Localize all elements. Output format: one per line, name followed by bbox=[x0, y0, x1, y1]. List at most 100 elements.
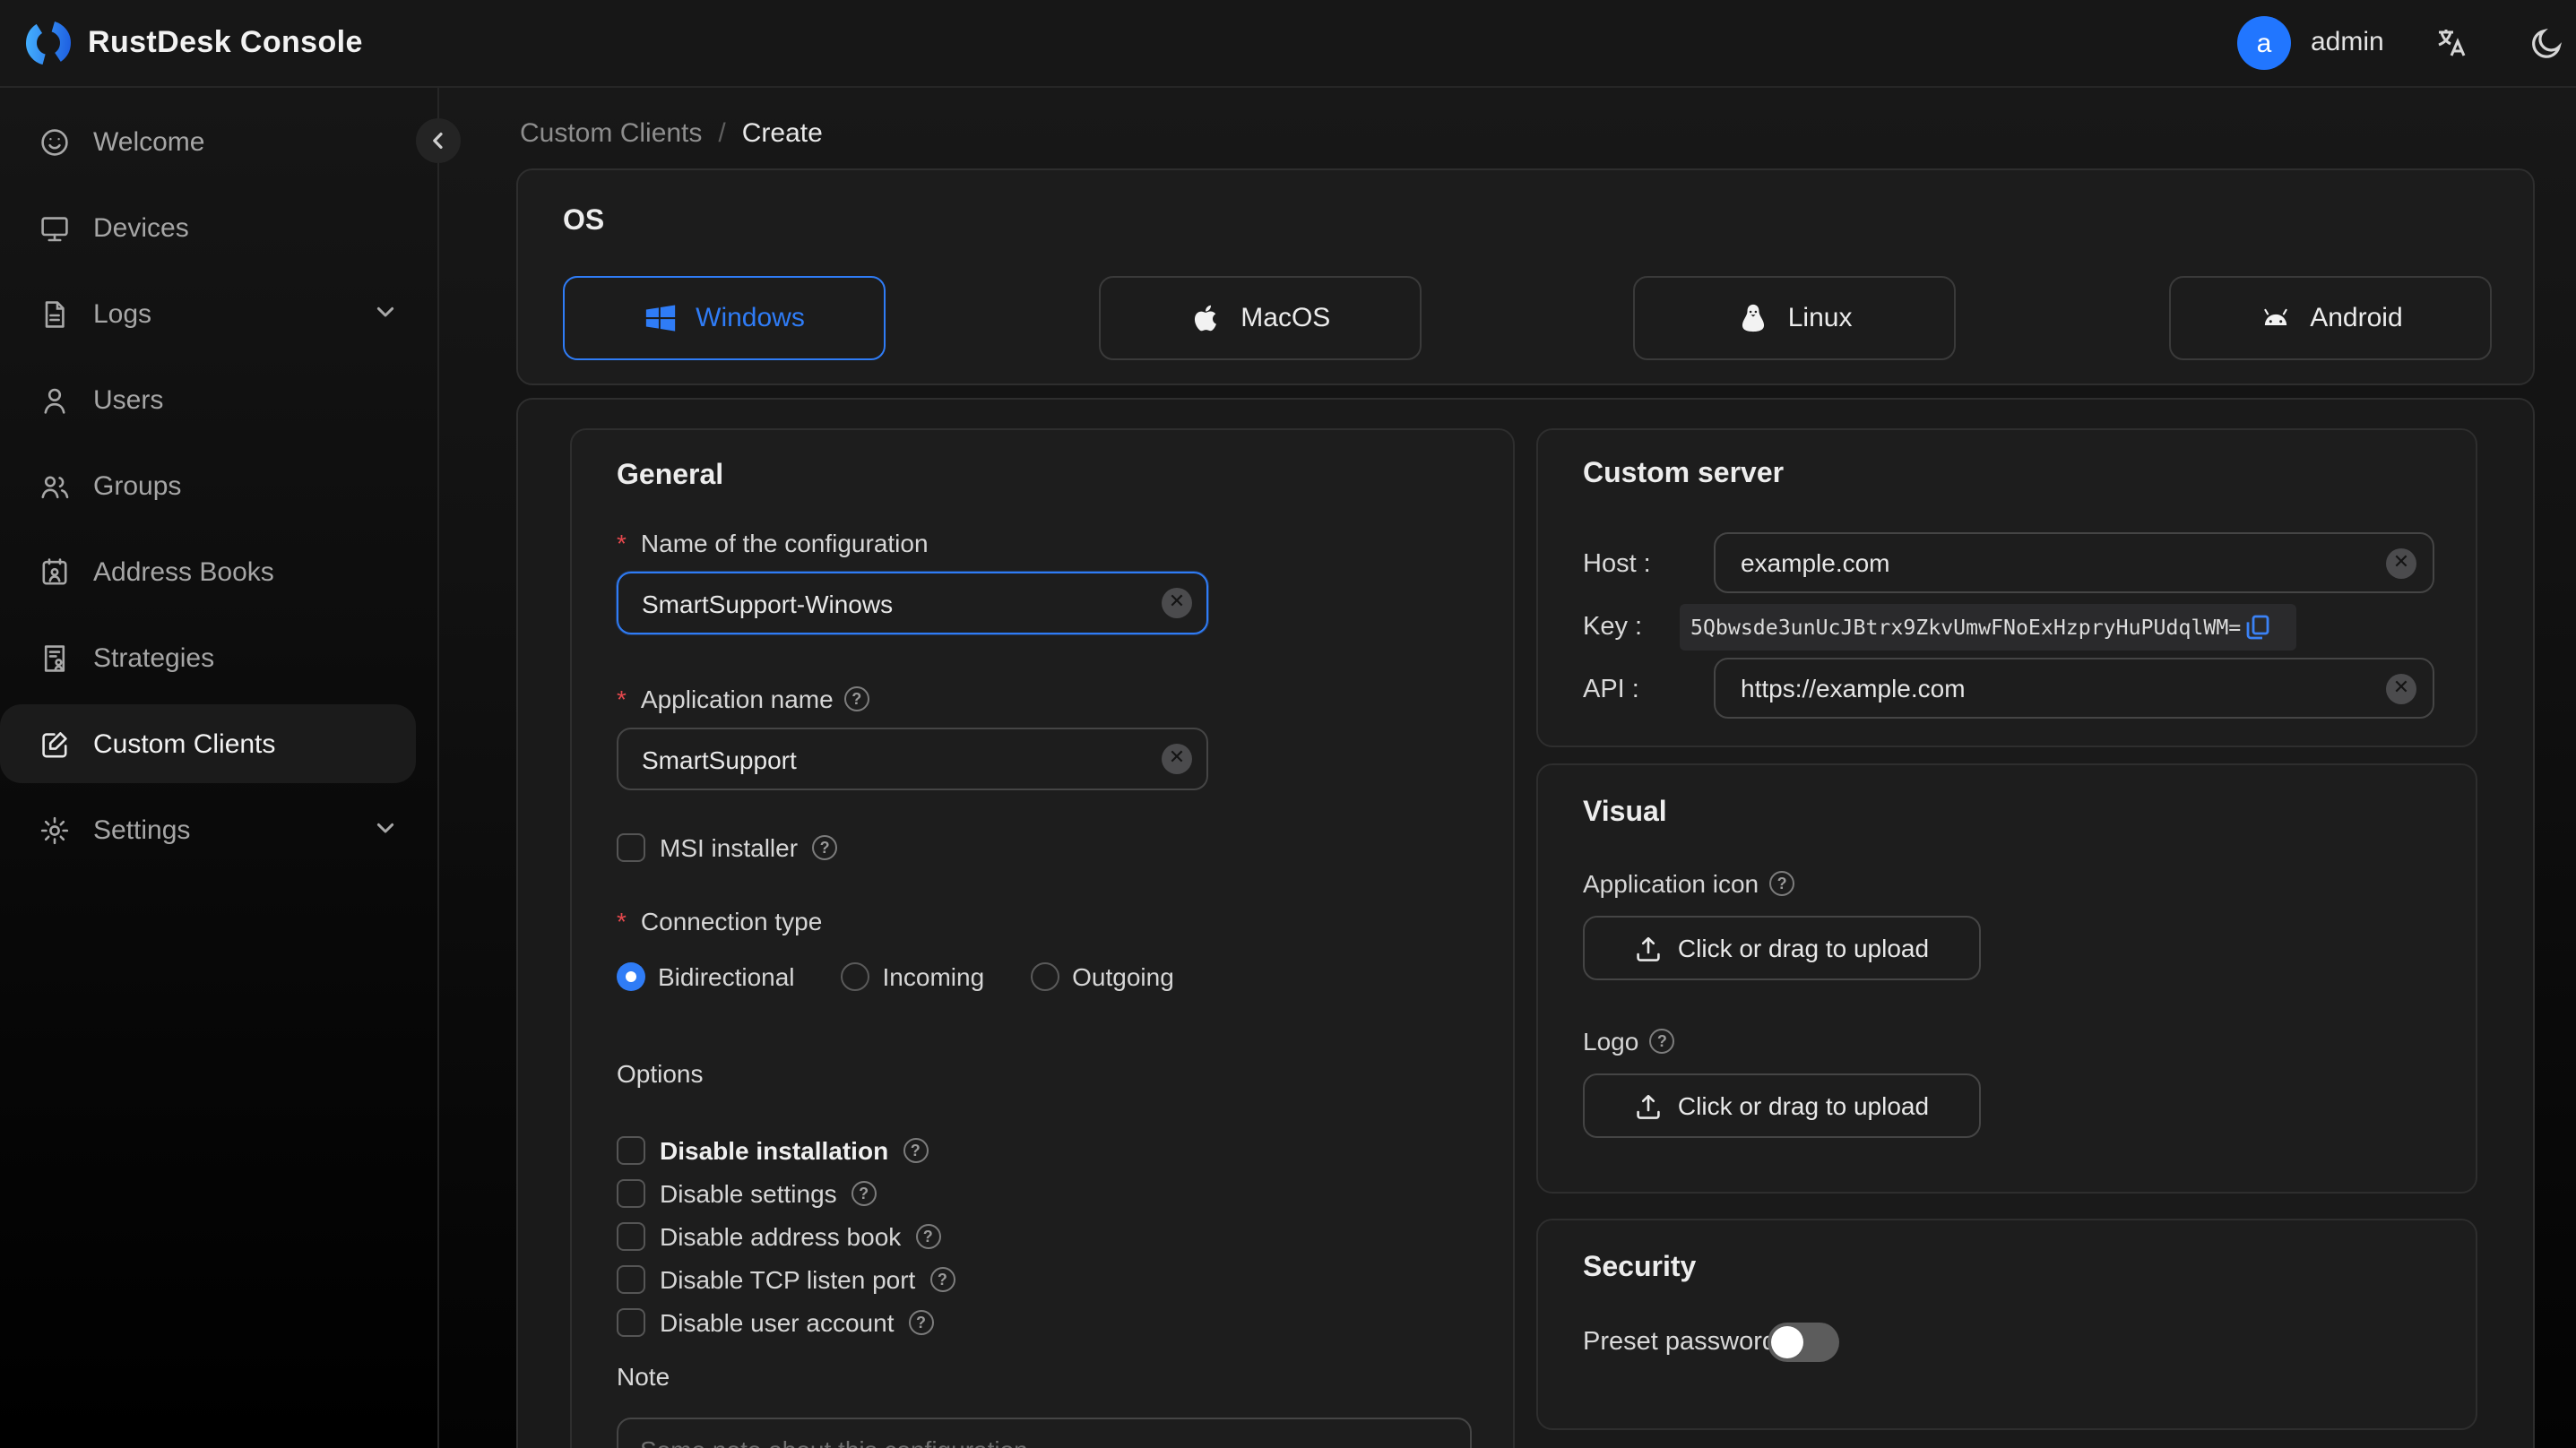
required-asterisk: * bbox=[617, 685, 627, 713]
security-heading: Security bbox=[1583, 1253, 1697, 1283]
os-button-android[interactable]: Android bbox=[2168, 276, 2492, 360]
visual-heading: Visual bbox=[1583, 797, 1667, 828]
upload-button-label: Click or drag to upload bbox=[1677, 934, 1930, 962]
help-icon[interactable]: ? bbox=[843, 686, 869, 711]
msi-installer-row: MSI installer ? bbox=[617, 833, 838, 862]
application-icon-upload-button[interactable]: Click or drag to upload bbox=[1583, 916, 1981, 980]
gear-icon bbox=[40, 815, 69, 844]
help-icon[interactable]: ? bbox=[929, 1267, 955, 1292]
android-icon bbox=[2263, 308, 2286, 325]
general-card: General * Name of the configuration ✕ * … bbox=[570, 428, 1515, 1448]
disable-tcp-listen-port-checkbox[interactable] bbox=[617, 1265, 645, 1294]
upload-icon bbox=[1637, 1093, 1660, 1118]
disable-installation-checkbox[interactable] bbox=[617, 1136, 645, 1165]
option-row-disable-user-account: Disable user account ? bbox=[617, 1308, 934, 1337]
sidebar-item-label: Welcome bbox=[93, 126, 205, 157]
sidebar-item-devices[interactable]: Devices bbox=[0, 188, 416, 267]
help-icon[interactable]: ? bbox=[915, 1224, 941, 1249]
breadcrumb-parent[interactable]: Custom Clients bbox=[520, 118, 702, 149]
breadcrumb: Custom Clients / Create bbox=[520, 118, 823, 149]
sidebar-item-strategies[interactable]: Strategies bbox=[0, 618, 416, 697]
preset-password-label: Preset password : bbox=[1583, 1328, 1792, 1357]
sidebar-item-users[interactable]: Users bbox=[0, 360, 416, 439]
language-icon[interactable] bbox=[2434, 25, 2470, 61]
option-row-disable-address-book: Disable address book ? bbox=[617, 1222, 941, 1251]
strategy-document-icon bbox=[44, 644, 65, 671]
apple-icon bbox=[1195, 305, 1217, 332]
sidebar-item-settings[interactable]: Settings bbox=[0, 790, 416, 869]
file-text-icon bbox=[45, 300, 65, 327]
note-label: Note bbox=[617, 1362, 670, 1391]
radio-label: Incoming bbox=[882, 962, 985, 991]
breadcrumb-separator: / bbox=[718, 118, 726, 149]
connection-type-radios: Bidirectional Incoming Outgoing bbox=[617, 962, 1174, 991]
sidebar-item-label: Settings bbox=[93, 814, 191, 845]
connection-type-label: * Connection type bbox=[617, 907, 823, 935]
option-label: Disable installation bbox=[660, 1136, 889, 1165]
options-heading: Options bbox=[617, 1059, 704, 1088]
avatar[interactable]: a bbox=[2237, 16, 2291, 70]
security-card: Security Preset password : bbox=[1536, 1219, 2477, 1430]
sidebar-item-custom-clients[interactable]: Custom Clients bbox=[0, 704, 416, 783]
clear-host-icon[interactable]: ✕ bbox=[2386, 548, 2416, 579]
user-icon bbox=[44, 387, 65, 413]
logo-label: Logo ? bbox=[1583, 1027, 1675, 1056]
radio-bidirectional[interactable] bbox=[617, 962, 645, 991]
logo-upload-button[interactable]: Click or drag to upload bbox=[1583, 1073, 1981, 1138]
help-icon[interactable]: ? bbox=[812, 835, 838, 860]
option-row-disable-tcp: Disable TCP listen port ? bbox=[617, 1265, 955, 1294]
sidebar-collapse-button[interactable] bbox=[416, 118, 461, 163]
sidebar-item-address-books[interactable]: Address Books bbox=[0, 532, 416, 611]
os-section: OS Windows MacOS Linux Android bbox=[516, 168, 2535, 385]
app-title: RustDesk Console bbox=[88, 25, 363, 59]
radio-outgoing[interactable] bbox=[1031, 962, 1060, 991]
user-name[interactable]: admin bbox=[2311, 27, 2384, 57]
clear-app-name-icon[interactable]: ✕ bbox=[1162, 744, 1192, 774]
option-row-disable-installation: Disable installation ? bbox=[617, 1136, 929, 1165]
msi-installer-checkbox[interactable] bbox=[617, 833, 645, 862]
api-input[interactable] bbox=[1714, 658, 2434, 719]
preset-password-toggle[interactable] bbox=[1768, 1323, 1839, 1362]
host-input[interactable] bbox=[1714, 532, 2434, 593]
key-label: Key : bbox=[1583, 613, 1643, 642]
clear-name-icon[interactable]: ✕ bbox=[1162, 588, 1192, 618]
help-icon[interactable]: ? bbox=[851, 1181, 877, 1206]
radio-incoming[interactable] bbox=[841, 962, 870, 991]
disable-settings-checkbox[interactable] bbox=[617, 1179, 645, 1208]
breadcrumb-current: Create bbox=[741, 118, 823, 149]
os-button-windows[interactable]: Windows bbox=[563, 276, 886, 360]
linux-tux-icon bbox=[1742, 304, 1765, 332]
radio-label: Bidirectional bbox=[658, 962, 795, 991]
configuration-name-input[interactable] bbox=[617, 572, 1208, 634]
os-options-row: Windows MacOS Linux Android bbox=[563, 276, 2492, 360]
sidebar-item-groups[interactable]: Groups bbox=[0, 446, 416, 525]
sidebar-item-logs[interactable]: Logs bbox=[0, 274, 416, 353]
dark-mode-moon-icon[interactable] bbox=[2528, 25, 2565, 63]
help-icon[interactable]: ? bbox=[1769, 871, 1795, 896]
help-icon[interactable]: ? bbox=[908, 1310, 934, 1335]
host-label: Host : bbox=[1583, 550, 1651, 579]
copy-icon[interactable] bbox=[2246, 615, 2269, 640]
application-icon-label: Application icon ? bbox=[1583, 869, 1795, 898]
msi-installer-label: MSI installer bbox=[660, 833, 799, 862]
help-icon[interactable]: ? bbox=[1649, 1029, 1675, 1054]
sidebar-item-label: Custom Clients bbox=[93, 728, 276, 759]
rustdesk-console-app: RustDesk Console a admin Welcome Devices bbox=[0, 0, 2576, 1448]
disable-user-account-checkbox[interactable] bbox=[617, 1308, 645, 1337]
note-textarea[interactable] bbox=[617, 1418, 1472, 1448]
option-label: Disable TCP listen port bbox=[660, 1265, 916, 1294]
option-label: Disable settings bbox=[660, 1179, 837, 1208]
visual-card: Visual Application icon ? Click or drag … bbox=[1536, 763, 2477, 1194]
help-icon[interactable]: ? bbox=[903, 1138, 929, 1163]
clear-api-icon[interactable]: ✕ bbox=[2386, 674, 2416, 704]
address-book-icon bbox=[42, 557, 67, 584]
chevron-down-icon bbox=[376, 823, 394, 833]
sidebar-item-welcome[interactable]: Welcome bbox=[0, 102, 416, 181]
disable-address-book-checkbox[interactable] bbox=[617, 1222, 645, 1251]
group-icon bbox=[41, 475, 69, 498]
os-heading: OS bbox=[563, 206, 605, 237]
os-button-macos[interactable]: MacOS bbox=[1098, 276, 1422, 360]
application-name-input[interactable] bbox=[617, 728, 1208, 790]
os-button-linux[interactable]: Linux bbox=[1633, 276, 1957, 360]
option-row-disable-settings: Disable settings ? bbox=[617, 1179, 877, 1208]
